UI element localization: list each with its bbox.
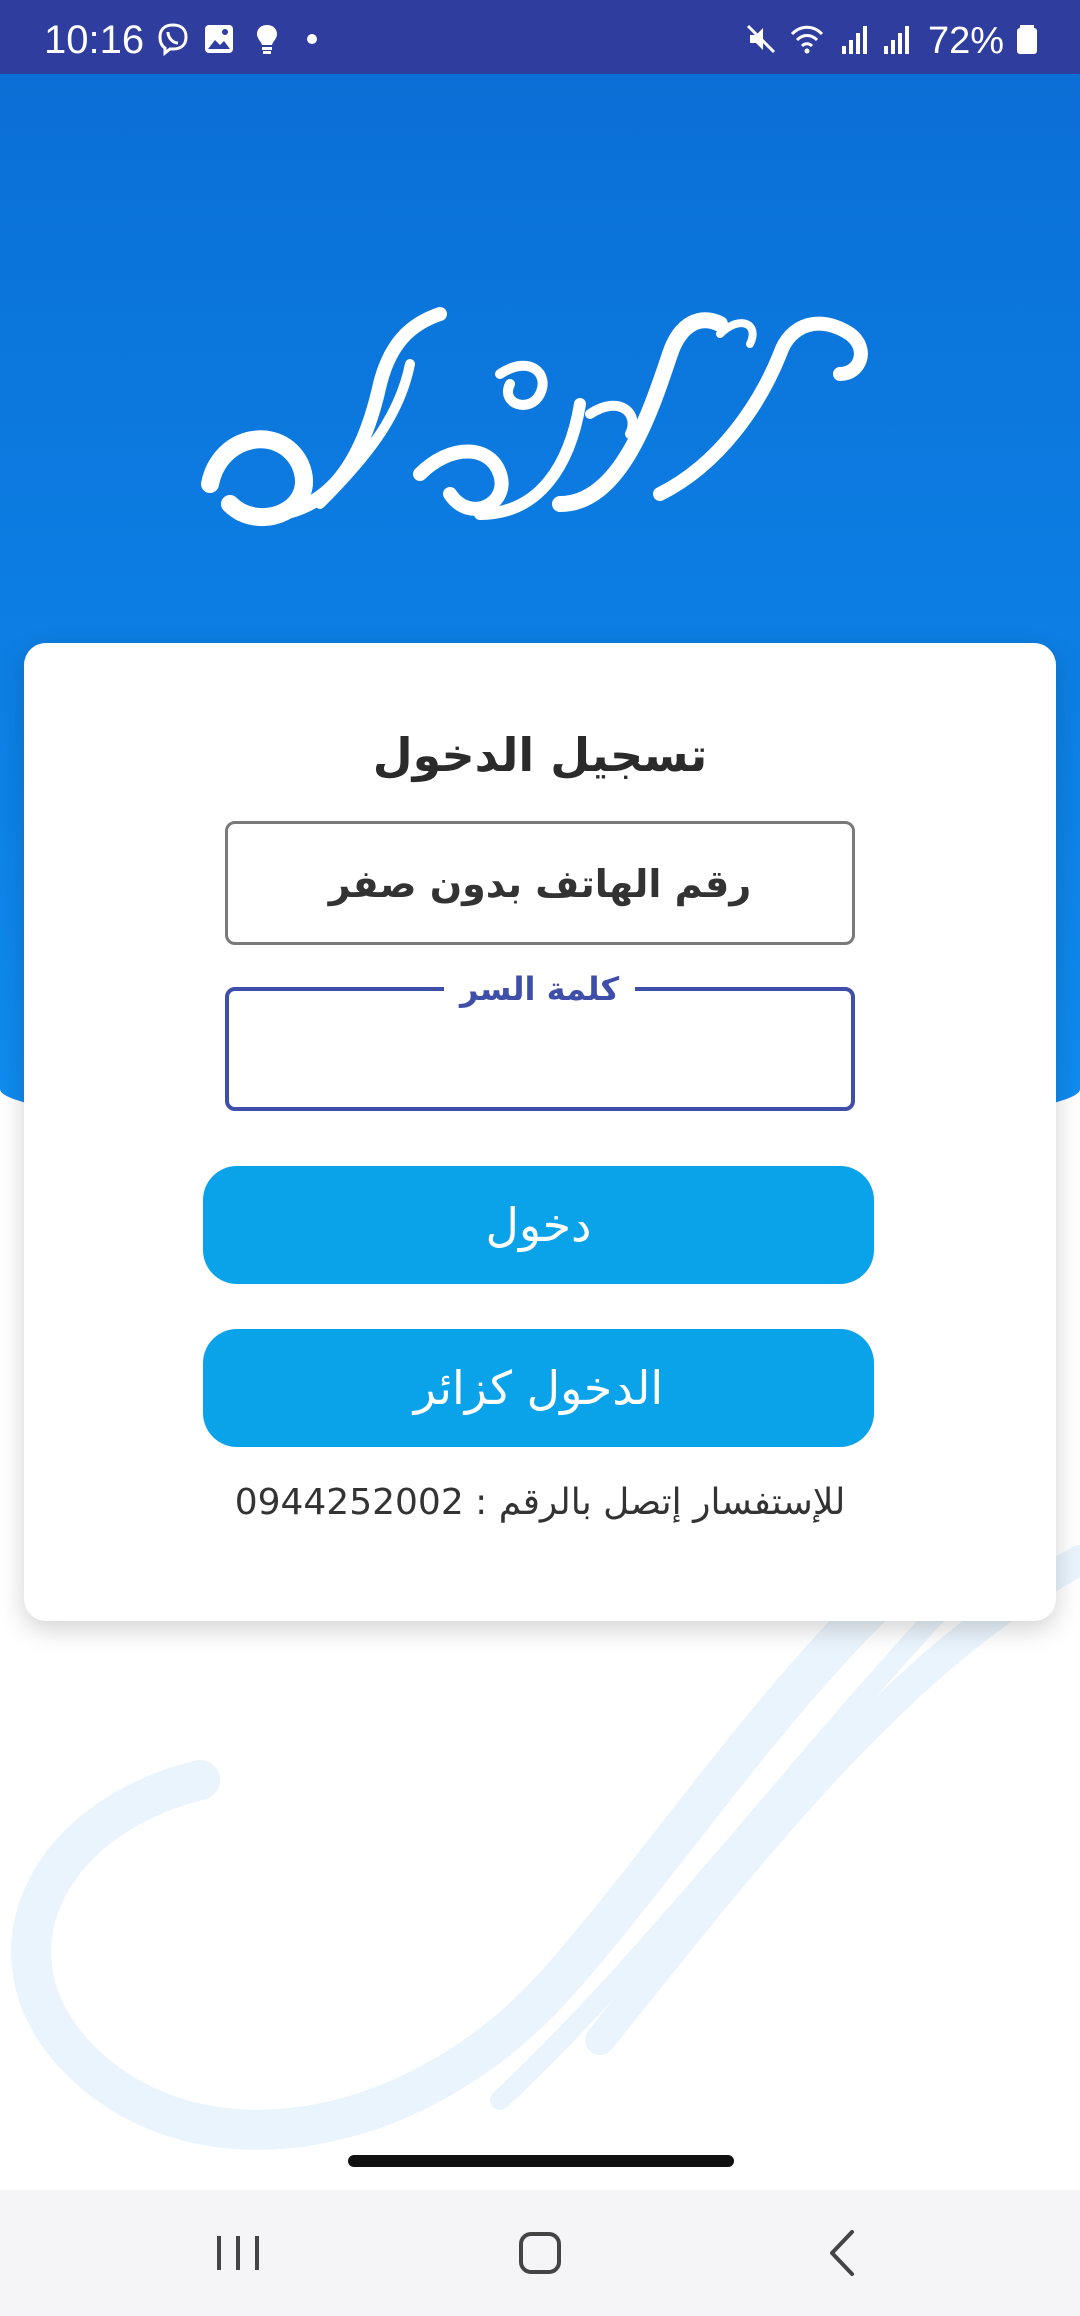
- login-title: تسجيل الدخول: [372, 728, 708, 782]
- password-label: كلمة السر: [444, 969, 636, 1009]
- back-icon[interactable]: [808, 2220, 878, 2286]
- inquiry-text: للإستفسار إتصل بالرقم : 0944252002: [234, 1482, 846, 1523]
- password-input[interactable]: كلمة السر: [225, 969, 855, 1111]
- signal-icon: [842, 26, 867, 54]
- password-field[interactable]: [249, 1031, 833, 1093]
- home-icon[interactable]: [505, 2220, 575, 2286]
- gallery-icon: [205, 25, 233, 53]
- battery-icon: [1017, 25, 1037, 54]
- lightbulb-icon: [257, 25, 277, 54]
- dot-icon: [307, 34, 317, 44]
- battery-percent: 72%: [928, 20, 1005, 62]
- status-bar: 10:16 72%: [0, 0, 1080, 74]
- status-time: 10:16: [44, 18, 145, 62]
- phone-input[interactable]: رقم الهاتف بدون صفر: [225, 821, 855, 945]
- recent-apps-icon[interactable]: [203, 2220, 273, 2286]
- login-card: [24, 643, 1056, 1621]
- background-watermark: [11, 1540, 1080, 2150]
- mute-icon: [746, 24, 776, 54]
- visitor-login-button[interactable]: الدخول كزائر: [203, 1329, 874, 1447]
- home-indicator: [348, 2155, 734, 2167]
- signal-icon: [884, 26, 909, 54]
- nav-bar: [0, 2190, 1080, 2316]
- viber-icon: [158, 23, 188, 56]
- wifi-icon: [790, 25, 824, 54]
- login-button[interactable]: دخول: [203, 1166, 874, 1284]
- brand-logo: [201, 307, 868, 527]
- phone-placeholder: رقم الهاتف بدون صفر: [328, 862, 752, 906]
